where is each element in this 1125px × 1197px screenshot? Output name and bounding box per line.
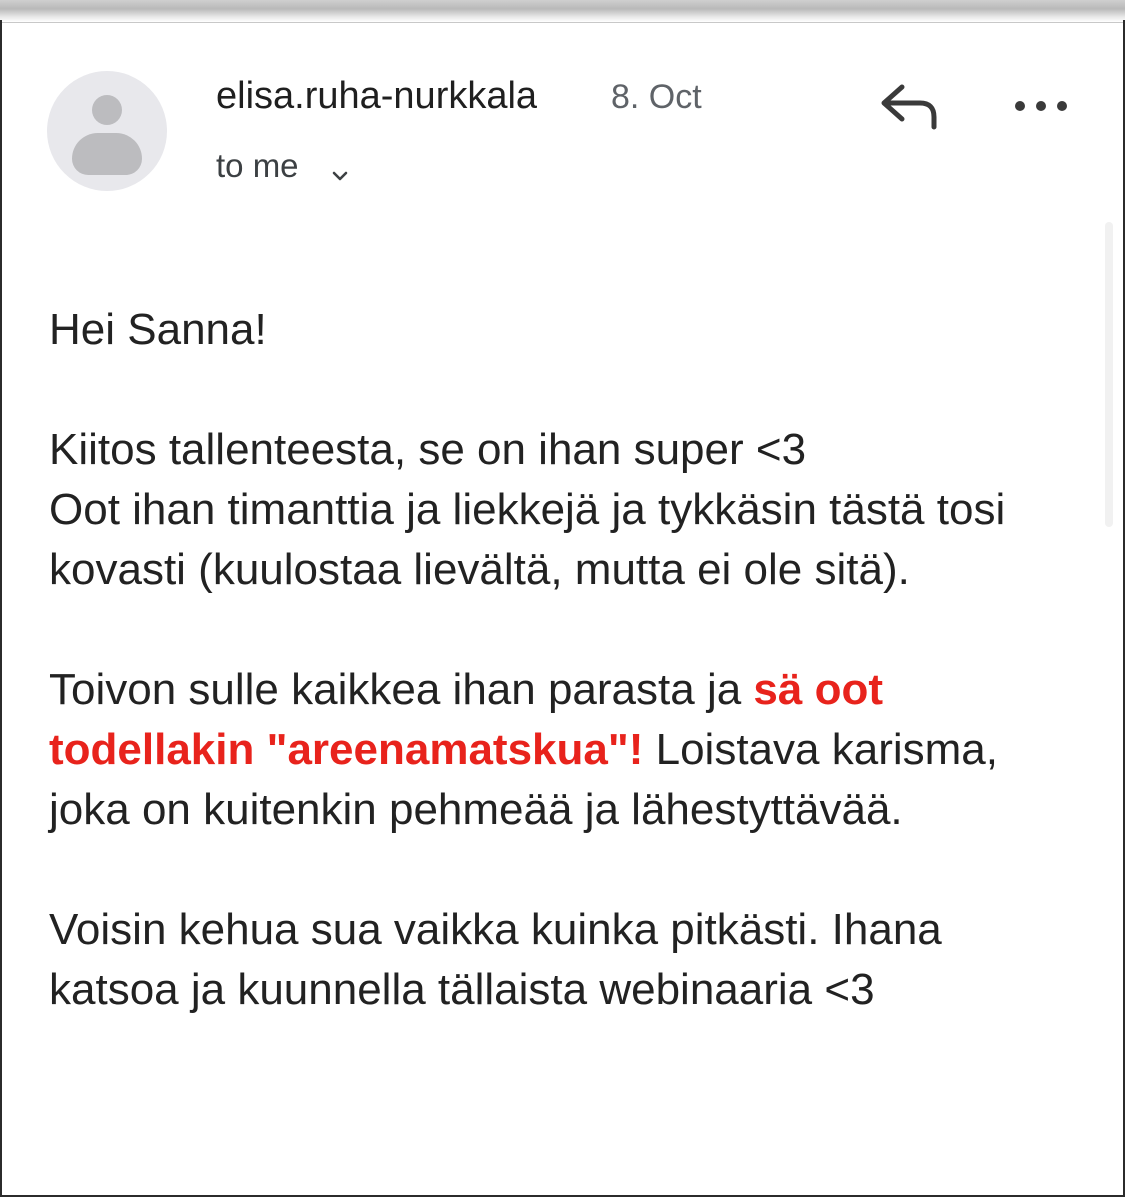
top-edge (0, 0, 1125, 23)
body-paragraph-1-line-1: Kiitos tallenteesta, se on ihan super <3 (49, 425, 807, 474)
scrollbar[interactable] (1105, 222, 1113, 527)
more-options-button[interactable] (1008, 84, 1074, 128)
greeting-text: Hei Sanna! (49, 305, 267, 354)
more-options-icon (1008, 101, 1074, 132)
body-paragraph-1-line-2: Oot ihan timanttia ja liekkejä ja tykkäs… (49, 485, 1006, 594)
body-paragraph-2-start: Toivon sulle kaikkea ihan parasta ja (49, 665, 754, 714)
reply-arrow-icon (876, 84, 940, 139)
sender-avatar[interactable] (47, 71, 167, 191)
reply-button[interactable] (876, 79, 940, 135)
message-body: Hei Sanna! Kiitos tallenteesta, se on ih… (49, 300, 1059, 1020)
message-date: 8. Oct (611, 78, 702, 116)
sender-name[interactable]: elisa.ruha-nurkkala (216, 73, 537, 119)
body-paragraph-2: Toivon sulle kaikkea ihan parasta ja sä … (49, 660, 1059, 840)
body-paragraph-3: Voisin kehua sua vaikka kuinka pitkästi.… (49, 905, 942, 1014)
frame-left-edge (0, 20, 2, 1197)
recipient-details-toggle[interactable]: to me (216, 145, 351, 187)
recipient-label: to me (216, 147, 299, 184)
chevron-down-icon[interactable] (329, 155, 351, 181)
